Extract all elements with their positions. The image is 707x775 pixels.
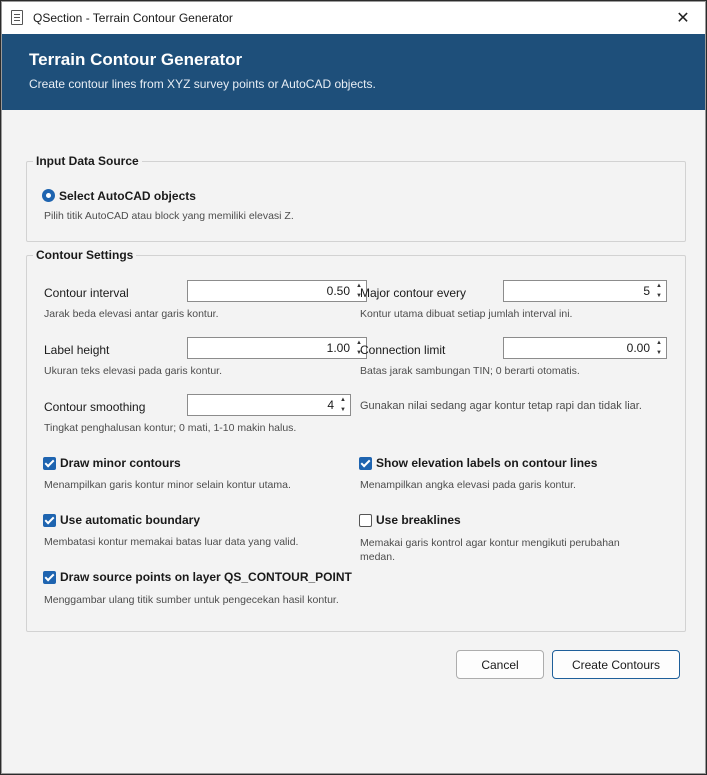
title-bar: QSection - Terrain Contour Generator ✕ <box>2 2 705 34</box>
autocad-objects-label[interactable]: Select AutoCAD objects <box>59 189 196 203</box>
contour-smoothing-value[interactable]: 4 <box>327 398 334 412</box>
spin-down-icon[interactable]: ▼ <box>652 348 666 358</box>
draw-minor-hint: Menampilkan garis kontur minor selain ko… <box>44 479 291 491</box>
major-contour-stepper[interactable]: 5 ▲ ▼ <box>503 280 667 302</box>
contour-interval-stepper[interactable]: 0.50 ▲ ▼ <box>187 280 367 302</box>
show-labels-checkbox[interactable] <box>359 457 372 470</box>
draw-source-checkbox[interactable] <box>43 571 56 584</box>
major-contour-label: Major contour every <box>360 286 467 300</box>
show-labels-label[interactable]: Show elevation labels on contour lines <box>376 456 597 470</box>
show-labels-hint: Menampilkan angka elevasi pada garis kon… <box>360 479 576 491</box>
major-contour-value[interactable]: 5 <box>643 284 650 298</box>
label-height-label: Label height <box>44 343 110 357</box>
window-title: QSection - Terrain Contour Generator <box>33 11 233 25</box>
connection-limit-hint: Batas jarak sambungan TIN; 0 berarti oto… <box>360 365 580 377</box>
breaklines-checkbox[interactable] <box>359 514 372 527</box>
label-height-stepper[interactable]: 1.00 ▲ ▼ <box>187 337 367 359</box>
breaklines-hint-line1: Memakai garis kontrol agar kontur mengik… <box>360 537 620 549</box>
contour-smoothing-hint: Tingkat penghalusan kontur; 0 mati, 1-10… <box>44 422 297 434</box>
create-contours-button[interactable]: Create Contours <box>552 650 680 679</box>
dialog-window: QSection - Terrain Contour Generator ✕ T… <box>1 1 706 774</box>
draw-minor-label[interactable]: Draw minor contours <box>60 456 181 470</box>
contour-interval-label: Contour interval <box>44 286 129 300</box>
spin-down-icon[interactable]: ▼ <box>652 291 666 301</box>
connection-limit-stepper[interactable]: 0.00 ▲ ▼ <box>503 337 667 359</box>
contour-smoothing-side-hint: Gunakan nilai sedang agar kontur tetap r… <box>360 400 642 412</box>
cancel-button[interactable]: Cancel <box>456 650 544 679</box>
contour-smoothing-stepper[interactable]: 4 ▲ ▼ <box>187 394 351 416</box>
close-button[interactable]: ✕ <box>661 2 705 34</box>
contour-smoothing-label: Contour smoothing <box>44 400 146 414</box>
auto-boundary-label[interactable]: Use automatic boundary <box>60 513 200 527</box>
spin-down-icon[interactable]: ▼ <box>336 405 350 415</box>
autocad-objects-radio[interactable] <box>42 189 55 202</box>
spin-up-icon[interactable]: ▲ <box>336 395 350 405</box>
contour-interval-hint: Jarak beda elevasi antar garis kontur. <box>44 308 219 320</box>
auto-boundary-hint: Membatasi kontur memakai batas luar data… <box>44 536 299 548</box>
spin-up-icon[interactable]: ▲ <box>652 281 666 291</box>
auto-boundary-checkbox[interactable] <box>43 514 56 527</box>
connection-limit-label: Connection limit <box>360 343 446 357</box>
page-title: Terrain Contour Generator <box>29 50 243 69</box>
draw-minor-checkbox[interactable] <box>43 457 56 470</box>
autocad-objects-hint: Pilih titik AutoCAD atau block yang memi… <box>44 210 294 222</box>
breaklines-label[interactable]: Use breaklines <box>376 513 461 527</box>
page-subtitle: Create contour lines from XYZ survey poi… <box>29 77 376 91</box>
draw-source-label[interactable]: Draw source points on layer QS_CONTOUR_P… <box>60 570 352 584</box>
contour-interval-value[interactable]: 0.50 <box>327 284 350 298</box>
label-height-hint: Ukuran teks elevasi pada garis kontur. <box>44 365 223 377</box>
contour-settings-legend: Contour Settings <box>36 248 134 262</box>
spin-up-icon[interactable]: ▲ <box>652 338 666 348</box>
app-document-icon <box>11 10 23 25</box>
major-contour-hint: Kontur utama dibuat setiap jumlah interv… <box>360 308 573 320</box>
connection-limit-value[interactable]: 0.00 <box>627 341 650 355</box>
draw-source-hint: Menggambar ulang titik sumber untuk peng… <box>44 594 339 606</box>
breaklines-hint-line2: medan. <box>360 551 396 563</box>
label-height-value[interactable]: 1.00 <box>327 341 350 355</box>
input-data-source-legend: Input Data Source <box>36 154 139 168</box>
header-banner: Terrain Contour Generator Create contour… <box>2 34 705 110</box>
